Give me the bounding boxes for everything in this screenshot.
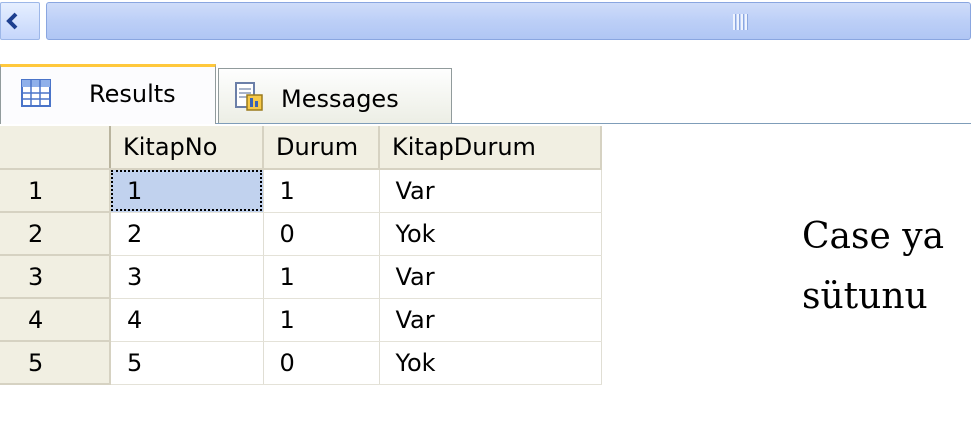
side-caption-line-2: sütunu xyxy=(802,276,928,317)
cell-kitapdurum[interactable]: Yok xyxy=(379,341,602,385)
side-caption-line-1: Case ya xyxy=(802,216,945,257)
cell-durum[interactable]: 0 xyxy=(263,212,380,256)
cell-kitapno[interactable]: 3 xyxy=(110,255,264,299)
table-row: 2 2 0 Yok xyxy=(0,212,602,256)
cell-kitapno[interactable]: 4 xyxy=(110,298,264,342)
cell-durum[interactable]: 1 xyxy=(263,255,380,299)
tab-messages-label: Messages xyxy=(281,85,399,113)
tab-results-label: Results xyxy=(89,80,176,108)
cell-kitapdurum[interactable]: Yok xyxy=(379,212,602,256)
grid-corner-cell[interactable] xyxy=(0,126,111,170)
column-header-durum[interactable]: Durum xyxy=(263,126,380,170)
table-row: 1 1 1 Var xyxy=(0,169,602,213)
grid-icon xyxy=(21,79,51,107)
horizontal-scrollbar[interactable] xyxy=(0,0,971,44)
cell-durum[interactable]: 1 xyxy=(263,169,380,213)
cell-kitapdurum[interactable]: Var xyxy=(379,169,602,213)
cell-kitapdurum[interactable]: Var xyxy=(379,298,602,342)
result-tabs: Results Messages xyxy=(0,62,971,124)
row-number[interactable]: 4 xyxy=(0,298,111,342)
tab-messages[interactable]: Messages xyxy=(218,68,452,123)
cell-kitapno[interactable]: 2 xyxy=(110,212,264,256)
tab-results[interactable]: Results xyxy=(0,64,216,124)
cell-kitapno[interactable]: 1 xyxy=(110,169,264,213)
table-row: 3 3 1 Var xyxy=(0,255,602,299)
cell-kitapdurum[interactable]: Var xyxy=(379,255,602,299)
column-header-kitapno[interactable]: KitapNo xyxy=(110,126,264,170)
chevron-left-icon xyxy=(6,12,18,30)
table-row: 5 5 0 Yok xyxy=(0,341,602,385)
cell-durum[interactable]: 1 xyxy=(263,298,380,342)
messages-icon xyxy=(235,82,263,111)
scroll-thumb[interactable] xyxy=(46,2,971,40)
row-number[interactable]: 1 xyxy=(0,169,111,213)
side-caption: Case ya sütunu xyxy=(802,207,971,327)
scroll-left-button[interactable] xyxy=(0,2,40,40)
column-header-kitapdurum[interactable]: KitapDurum xyxy=(379,126,602,170)
row-number[interactable]: 2 xyxy=(0,212,111,256)
table-row: 4 4 1 Var xyxy=(0,298,602,342)
row-number[interactable]: 3 xyxy=(0,255,111,299)
grid-header-row: KitapNo Durum KitapDurum xyxy=(0,126,602,170)
cell-kitapno[interactable]: 5 xyxy=(110,341,264,385)
scroll-grip-icon xyxy=(733,14,751,30)
cell-durum[interactable]: 0 xyxy=(263,341,380,385)
results-grid: KitapNo Durum KitapDurum 1 1 1 Var 2 2 0… xyxy=(0,126,602,385)
row-number[interactable]: 5 xyxy=(0,341,111,385)
